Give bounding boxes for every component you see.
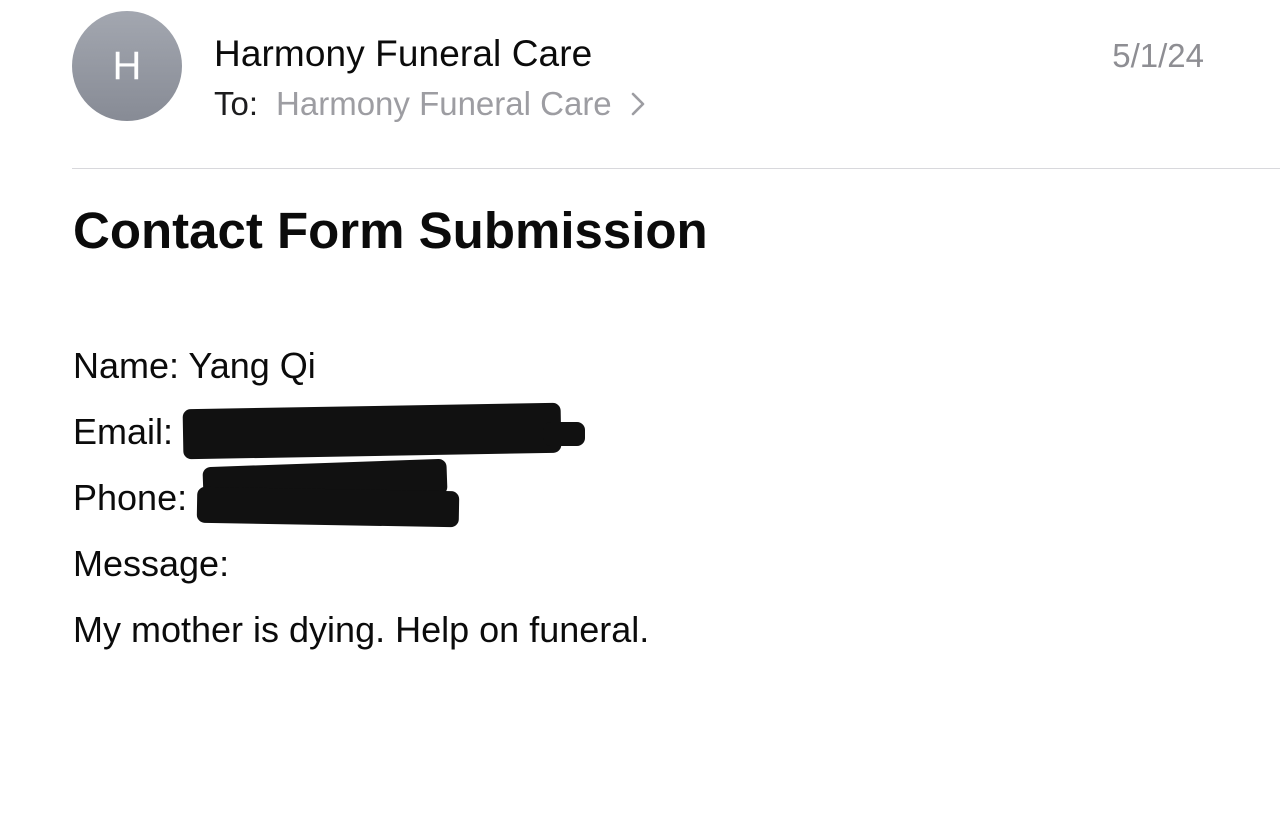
chevron-right-icon <box>631 92 644 116</box>
email-date: 5/1/24 <box>1112 37 1204 74</box>
redaction-mark <box>196 487 460 528</box>
redaction-mark <box>182 403 562 460</box>
email-body: Name: Yang Qi Email: Phone: Message: My … <box>73 333 649 663</box>
phone-line: Phone: <box>73 459 649 531</box>
message-text: My mother is dying. Help on funeral. <box>73 609 650 650</box>
recipient-link[interactable]: Harmony Funeral Care <box>276 82 648 126</box>
sender-name[interactable]: Harmony Funeral Care <box>214 30 592 78</box>
avatar-initial: H <box>112 43 142 88</box>
header-divider <box>72 168 1280 169</box>
phone-label: Phone: <box>73 477 188 518</box>
email-subject: Contact Form Submission <box>73 202 708 259</box>
to-label: To: <box>214 85 259 122</box>
email-value-redacted <box>182 403 593 460</box>
message-label: Message: <box>73 543 230 584</box>
email-view: H Harmony Funeral Care 5/1/24 To: Harmon… <box>0 0 1280 819</box>
email-label: Email: <box>73 411 174 452</box>
redaction-mark <box>543 422 586 447</box>
email-line: Email: <box>73 399 649 465</box>
name-line: Name: Yang Qi <box>73 345 316 386</box>
recipient-row: To: Harmony Funeral Care <box>214 82 648 126</box>
recipient-name: Harmony Funeral Care <box>276 85 612 122</box>
phone-value-redacted <box>196 459 465 529</box>
sender-avatar[interactable]: H <box>72 11 182 121</box>
